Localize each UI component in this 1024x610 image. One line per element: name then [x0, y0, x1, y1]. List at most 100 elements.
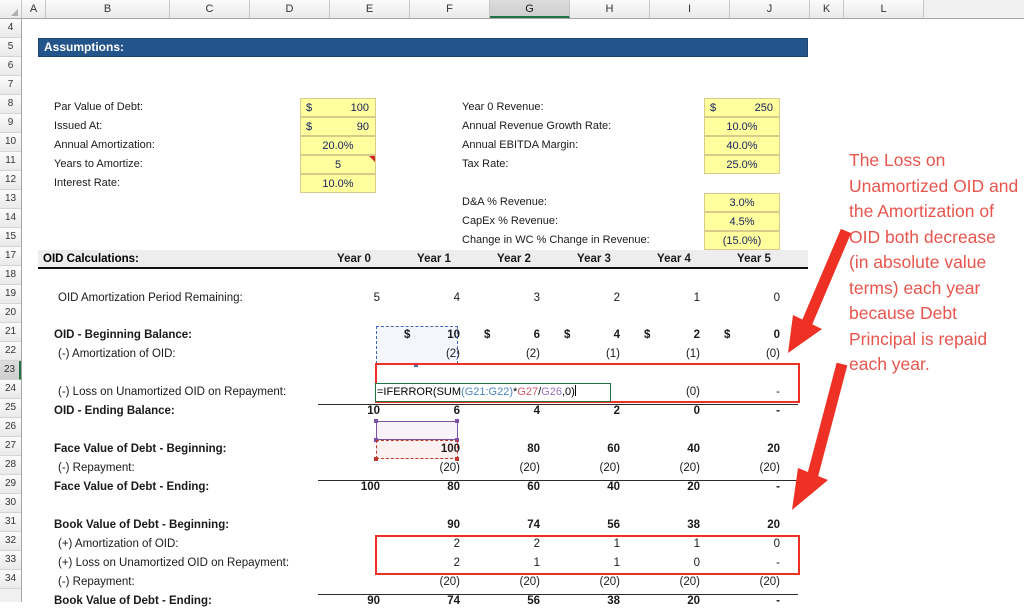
oid-cell-r4-c3[interactable]: 2 — [558, 403, 620, 420]
row-header-33[interactable]: 33 — [0, 551, 21, 570]
oid-cell-r4-c5[interactable]: - — [718, 403, 780, 420]
range-handle[interactable] — [374, 457, 378, 461]
oid-cell-r11-c3[interactable]: (20) — [558, 574, 620, 591]
oid-cell-r8-c4[interactable]: 38 — [638, 517, 700, 534]
row-header-26[interactable]: 26 — [0, 418, 21, 437]
row-header-28[interactable]: 28 — [0, 456, 21, 475]
oid-cell-r0-c0[interactable]: 5 — [318, 290, 380, 307]
oid-cell-r7-c0[interactable]: 100 — [318, 479, 380, 496]
oid-cell-r7-c5[interactable]: - — [718, 479, 780, 496]
input-annual-amortization[interactable]: 20.0% — [300, 136, 376, 155]
oid-cell-r2-c5[interactable]: (0) — [718, 346, 780, 363]
oid-cell-r8-c3[interactable]: 56 — [558, 517, 620, 534]
row-header-24[interactable]: 24 — [0, 380, 21, 399]
oid-cell-r4-c1[interactable]: 6 — [398, 403, 460, 420]
oid-cell-r7-c1[interactable]: 80 — [398, 479, 460, 496]
range-handle[interactable] — [374, 419, 378, 423]
row-header-8[interactable]: 8 — [0, 95, 21, 114]
oid-cell-r11-c2[interactable]: (20) — [478, 574, 540, 591]
input-tax-rate[interactable]: 25.0% — [704, 155, 780, 174]
range-handle[interactable] — [455, 457, 459, 461]
column-header-a[interactable]: A — [22, 0, 46, 18]
row-header-7[interactable]: 7 — [0, 76, 21, 95]
column-header-f[interactable]: F — [410, 0, 490, 18]
oid-cell-r2-c2[interactable]: (2) — [478, 346, 540, 363]
input-par-value-of-debt[interactable]: $ 100 — [300, 98, 376, 117]
column-header-e[interactable]: E — [330, 0, 410, 18]
oid-cell-r6-c5[interactable]: (20) — [718, 460, 780, 477]
oid-cell-r1-c4[interactable]: 2 — [638, 327, 700, 344]
oid-cell-r5-c2[interactable]: 80 — [478, 441, 540, 458]
oid-cell-r6-c3[interactable]: (20) — [558, 460, 620, 477]
column-header-j[interactable]: J — [730, 0, 810, 18]
column-header-b[interactable]: B — [46, 0, 170, 18]
row-header-23[interactable]: 23 — [0, 361, 21, 380]
row-header-20[interactable]: 20 — [0, 304, 21, 323]
input-capex-pct-revenue[interactable]: 4.5% — [704, 212, 780, 231]
input-annual-revenue-growth-rate[interactable]: 10.0% — [704, 117, 780, 136]
row-header-11[interactable]: 11 — [0, 152, 21, 171]
row-header-32[interactable]: 32 — [0, 532, 21, 551]
oid-cell-r2-c3[interactable]: (1) — [558, 346, 620, 363]
oid-cell-r8-c5[interactable]: 20 — [718, 517, 780, 534]
column-header-k[interactable]: K — [810, 0, 844, 18]
row-header-17[interactable]: 17 — [0, 247, 21, 266]
oid-cell-r7-c2[interactable]: 60 — [478, 479, 540, 496]
row-header-27[interactable]: 27 — [0, 437, 21, 456]
input-years-to-amortize[interactable]: 5 — [300, 155, 376, 174]
row-header-15[interactable]: 15 — [0, 228, 21, 247]
oid-cell-r4-c2[interactable]: 4 — [478, 403, 540, 420]
column-header-i[interactable]: I — [650, 0, 730, 18]
oid-cell-r8-c1[interactable]: 90 — [398, 517, 460, 534]
row-header-4[interactable]: 4 — [0, 19, 21, 38]
oid-cell-r7-c3[interactable]: 40 — [558, 479, 620, 496]
row-header-10[interactable]: 10 — [0, 133, 21, 152]
column-header-d[interactable]: D — [250, 0, 330, 18]
row-header-30[interactable]: 30 — [0, 494, 21, 513]
oid-cell-r1-c3[interactable]: 4 — [558, 327, 620, 344]
column-header-l[interactable]: L — [844, 0, 924, 18]
row-header-25[interactable]: 25 — [0, 399, 21, 418]
oid-cell-r1-c5[interactable]: 0 — [718, 327, 780, 344]
row-header-5[interactable]: 5 — [0, 38, 21, 57]
oid-cell-r6-c1[interactable]: (20) — [398, 460, 460, 477]
range-handle[interactable] — [455, 419, 459, 423]
row-header-14[interactable]: 14 — [0, 209, 21, 228]
oid-cell-r5-c3[interactable]: 60 — [558, 441, 620, 458]
oid-cell-r0-c5[interactable]: 0 — [718, 290, 780, 307]
select-all-corner[interactable] — [0, 0, 22, 18]
input-interest-rate[interactable]: 10.0% — [300, 174, 376, 193]
column-header-h[interactable]: H — [570, 0, 650, 18]
row-header-9[interactable]: 9 — [0, 114, 21, 133]
row-header-18[interactable]: 18 — [0, 266, 21, 285]
oid-cell-r7-c4[interactable]: 20 — [638, 479, 700, 496]
oid-cell-r1-c2[interactable]: 6 — [478, 327, 540, 344]
formula-edit-cell-g23[interactable]: =IFERROR(SUM(G21:G22)*G27/G26,0) — [375, 383, 611, 402]
oid-cell-r0-c2[interactable]: 3 — [478, 290, 540, 307]
row-header-31[interactable]: 31 — [0, 513, 21, 532]
oid-cell-r0-c4[interactable]: 1 — [638, 290, 700, 307]
oid-cell-r6-c2[interactable]: (20) — [478, 460, 540, 477]
oid-cell-r6-c4[interactable]: (20) — [638, 460, 700, 477]
row-header-29[interactable]: 29 — [0, 475, 21, 494]
cell-comment-indicator-icon[interactable] — [369, 156, 375, 162]
column-header-g[interactable]: G — [490, 0, 570, 18]
row-header-12[interactable]: 12 — [0, 171, 21, 190]
oid-cell-r4-c4[interactable]: 0 — [638, 403, 700, 420]
column-header-c[interactable]: C — [170, 0, 250, 18]
input-change-in-wc-pct[interactable]: (15.0%) — [704, 231, 780, 250]
input-year0-revenue[interactable]: $ 250 — [704, 98, 780, 117]
oid-cell-r2-c4[interactable]: (1) — [638, 346, 700, 363]
input-issued-at[interactable]: $ 90 — [300, 117, 376, 136]
oid-cell-r5-c4[interactable]: 40 — [638, 441, 700, 458]
row-header-19[interactable]: 19 — [0, 285, 21, 304]
row-header-6[interactable]: 6 — [0, 57, 21, 76]
oid-cell-r0-c3[interactable]: 2 — [558, 290, 620, 307]
input-annual-ebitda-margin[interactable]: 40.0% — [704, 136, 780, 155]
oid-cell-r8-c2[interactable]: 74 — [478, 517, 540, 534]
oid-cell-r11-c1[interactable]: (20) — [398, 574, 460, 591]
oid-cell-r5-c5[interactable]: 20 — [718, 441, 780, 458]
row-header-13[interactable]: 13 — [0, 190, 21, 209]
oid-cell-r11-c5[interactable]: (20) — [718, 574, 780, 591]
oid-cell-r11-c4[interactable]: (20) — [638, 574, 700, 591]
